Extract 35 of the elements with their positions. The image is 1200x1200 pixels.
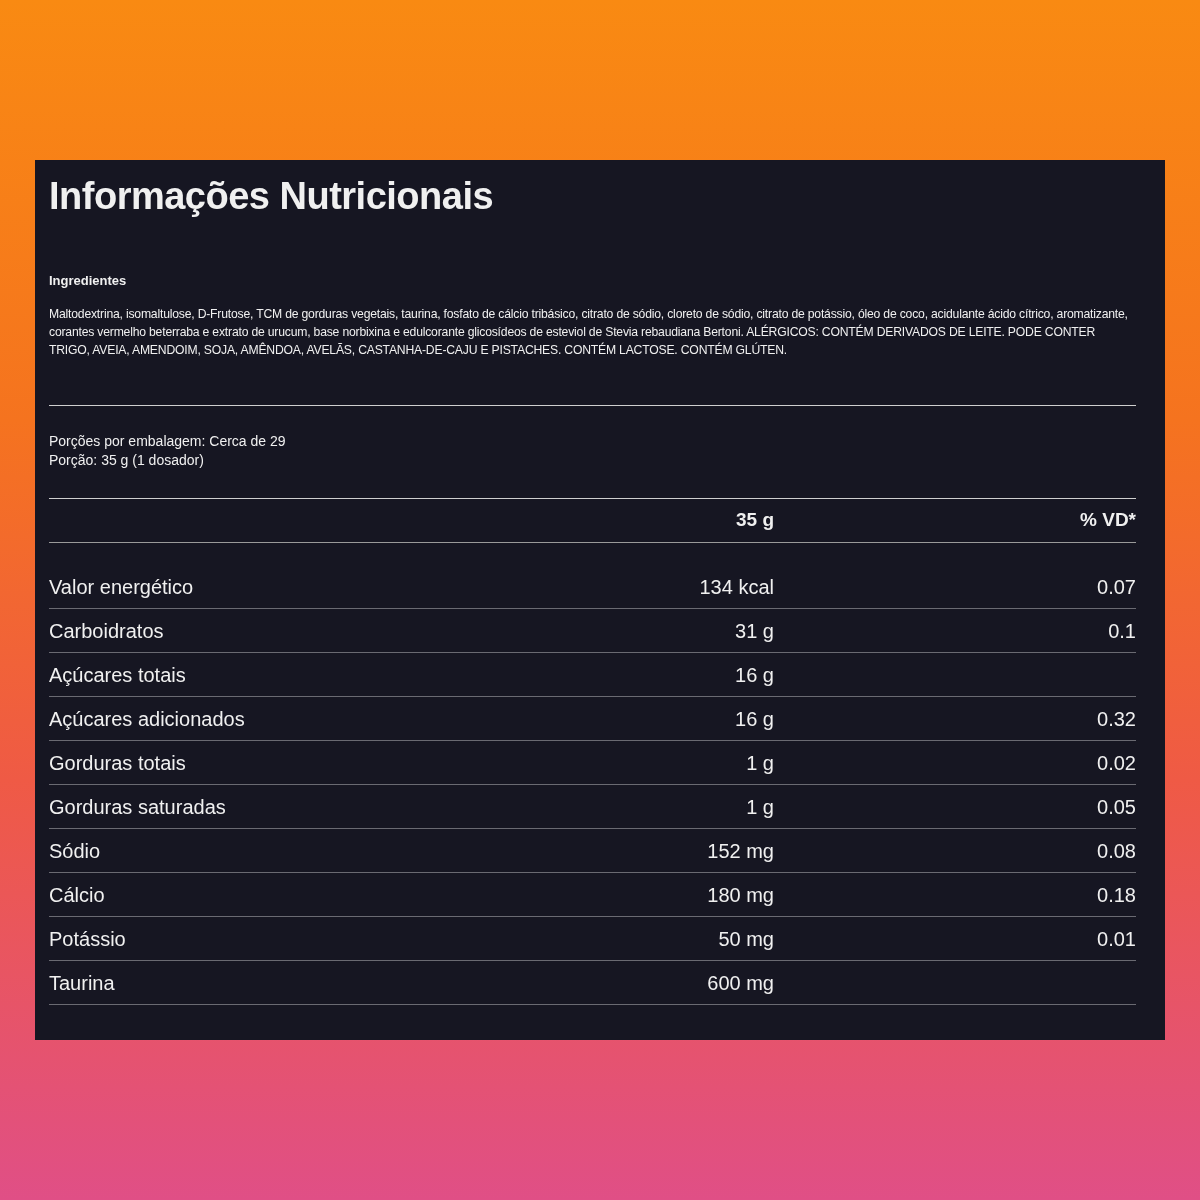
nutrient-name: Gorduras saturadas: [49, 795, 226, 818]
serving-info: Porções por embalagem: Cerca de 29: [49, 432, 286, 451]
daily-value: 0.32: [1097, 707, 1136, 730]
nutrient-name: Gorduras totais: [49, 751, 186, 774]
nutrient-amount: 152 mg: [707, 839, 774, 862]
nutrient-name: Taurina: [49, 971, 115, 994]
nutrient-name: Cálcio: [49, 883, 105, 906]
daily-value: 0.01: [1097, 927, 1136, 950]
nutrient-amount: 1 g: [746, 751, 774, 774]
nutrient-amount: 31 g: [735, 619, 774, 642]
panel-title: Informações Nutricionais: [49, 174, 495, 218]
daily-value: 0.1: [1108, 619, 1136, 642]
daily-value: 0.02: [1097, 751, 1136, 774]
nutrient-name: Sódio: [49, 839, 101, 862]
daily-value: 0.08: [1097, 839, 1136, 862]
nutrient-name: Carboidratos: [49, 619, 164, 642]
nutrient-amount: 180 mg: [707, 883, 774, 906]
nutrient-name: Açúcares adicionados: [49, 707, 245, 730]
daily-value: 0.18: [1097, 883, 1136, 906]
daily-value: 0.07: [1097, 575, 1136, 598]
nutrient-amount: 1 g: [746, 795, 774, 818]
nutrient-amount: 16 g: [735, 707, 774, 730]
serving-info: Porção: 35 g (1 dosador): [49, 451, 204, 470]
nutrient-amount: 134 kcal: [699, 575, 774, 598]
nutrient-amount: 16 g: [735, 663, 774, 686]
nutrient-name: Valor energético: [49, 575, 194, 598]
nutrient-name: Potássio: [49, 927, 126, 950]
nutrient-amount: 600 mg: [707, 971, 774, 994]
nutrient-amount: 50 mg: [718, 927, 774, 950]
column-header: 35 g: [735, 509, 774, 531]
nutrient-name: Açúcares totais: [49, 663, 186, 686]
daily-value: 0.05: [1097, 795, 1136, 818]
ingredients-heading: Ingredientes: [49, 272, 128, 290]
ingredients-text: Maltodextrina, isomaltulose, D-Frutose, TCM de gorduras vegetais, taurina, fosfato de cálcio tribásico, citrato de sódio, cloreto de sódio, citrato de potássio, óleo de coco, acidulante ácido cítrico, aromatizante, corantes vermelho beterraba e extrato de urucum, base norbixina e edulcorante glicosídeos de esteviol de Stevia rebaudiana Bertoni. ALÉRGICOS: CONTÉM DERIVADOS DE LEITE. PODE CONTER TRIGO, AVEIA, AMENDOIM, SOJA, AMÊNDOA, AVELÃS, CASTANHA-DE-CAJU E PISTACHES. CONTÉM LACTOSE. CONTÉM GLÚTEN.: [49, 306, 1129, 359]
column-header: % VD*: [1080, 509, 1136, 531]
